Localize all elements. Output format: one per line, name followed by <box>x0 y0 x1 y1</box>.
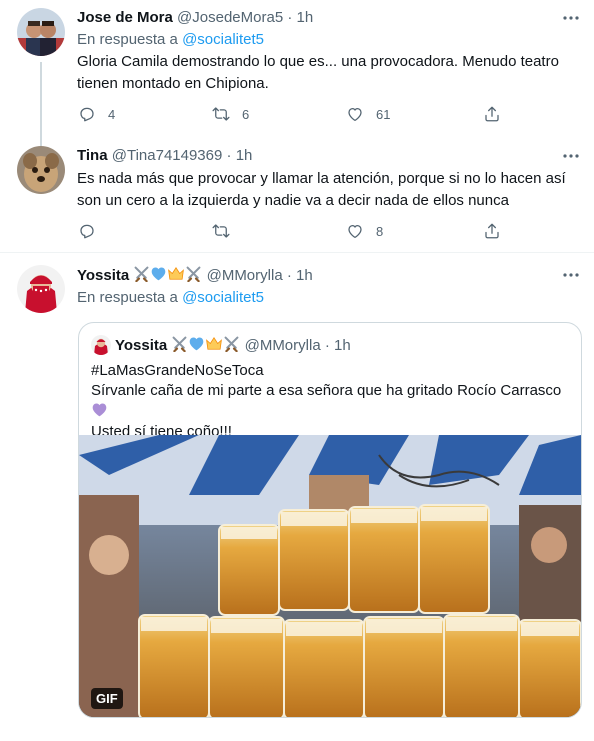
crossed-swords-icon <box>134 266 149 282</box>
quoted-text: #LaMasGrandeNoSeToca Sírvanle caña de mi… <box>91 361 571 442</box>
retweet-icon <box>212 107 230 121</box>
avatar[interactable] <box>17 8 65 56</box>
timestamp[interactable]: 1h <box>236 147 253 164</box>
like-button[interactable]: 61 <box>346 104 390 124</box>
crossed-swords-icon <box>172 336 187 352</box>
reply-context: En respuesta a @socialitet5 <box>77 30 264 50</box>
more-options-icon[interactable] <box>562 266 580 284</box>
timestamp[interactable]: 1h <box>296 267 313 284</box>
quoted-handle: @MMorylla <box>244 337 321 354</box>
more-options-icon[interactable] <box>562 147 580 165</box>
reply-button[interactable]: 4 <box>78 104 115 124</box>
share-button[interactable] <box>483 104 501 124</box>
tweet-header: Tina @Tina74149369 · 1h <box>77 146 252 166</box>
tweet-text: Es nada más que provocar y llamar la ate… <box>77 170 566 209</box>
reply-context: En respuesta a @socialitet5 <box>77 288 264 308</box>
blue-heart-icon <box>190 337 204 351</box>
tweet-actions: 8 <box>77 221 507 241</box>
quoted-text-line: Sírvanle caña de mi parte a esa señora q… <box>91 382 562 399</box>
avatar[interactable] <box>17 265 65 313</box>
reply-button[interactable] <box>78 221 108 241</box>
reply-prefix: En respuesta a <box>77 31 178 48</box>
purple-heart-icon <box>92 403 107 417</box>
blue-heart-icon <box>152 267 166 281</box>
quoted-avatar <box>91 335 111 355</box>
user-handle[interactable]: @MMorylla <box>207 267 283 284</box>
like-button[interactable]: 8 <box>346 221 383 241</box>
crossed-swords-icon <box>224 336 239 352</box>
timestamp[interactable]: 1h <box>297 9 314 26</box>
tweet-text: Gloria Camila demostrando lo que es... u… <box>77 53 559 92</box>
quoted-header: Yossita @MMorylla · 1h <box>115 335 351 356</box>
separator-dot: · <box>226 147 232 164</box>
like-count: 61 <box>376 106 391 122</box>
reply-icon <box>80 224 94 239</box>
hashtag-link[interactable]: #LaMasGrandeNoSeToca <box>91 361 571 381</box>
tweet[interactable]: Tina @Tina74149369 · 1h Es nada más que … <box>0 146 594 252</box>
retweet-button[interactable]: 6 <box>212 104 249 124</box>
quoted-timestamp: 1h <box>334 337 351 354</box>
crown-icon <box>206 337 223 350</box>
share-button[interactable] <box>483 221 501 241</box>
mention-link[interactable]: @socialitet5 <box>182 31 264 48</box>
display-name[interactable]: Tina <box>77 147 108 164</box>
gif-badge: GIF <box>91 688 123 709</box>
crossed-swords-icon <box>186 266 201 282</box>
mention-link[interactable]: @socialitet5 <box>182 289 264 306</box>
beer-mugs-image <box>79 435 581 717</box>
share-icon <box>485 106 499 122</box>
more-options-icon[interactable] <box>562 9 580 27</box>
avatar[interactable] <box>17 146 65 194</box>
display-name[interactable]: Yossita <box>77 267 129 284</box>
separator-dot: · <box>324 337 330 354</box>
reply-icon <box>80 107 94 122</box>
separator-dot: · <box>287 9 293 26</box>
separator-dot: · <box>286 267 292 284</box>
tweet[interactable]: Jose de Mora @JosedeMora5 · 1h En respue… <box>0 0 594 146</box>
retweet-count: 6 <box>242 106 250 122</box>
like-count: 8 <box>376 223 384 239</box>
reply-prefix: En respuesta a <box>77 289 178 306</box>
tweet-header: Jose de Mora @JosedeMora5 · 1h <box>77 8 313 28</box>
display-name[interactable]: Jose de Mora <box>77 9 173 26</box>
tweet-header: Yossita @MMorylla · 1h <box>77 265 313 286</box>
heart-icon <box>348 224 362 239</box>
tweet-actions: 4 6 61 <box>77 104 507 124</box>
user-handle[interactable]: @JosedeMora5 <box>177 9 283 26</box>
heart-icon <box>348 107 362 122</box>
user-handle[interactable]: @Tina74149369 <box>112 147 223 164</box>
gif-media[interactable]: GIF <box>79 435 581 717</box>
retweet-button[interactable] <box>212 221 242 241</box>
share-icon <box>485 223 499 239</box>
quoted-tweet-card[interactable]: Yossita @MMorylla · 1h #LaMasGrandeNoSeT… <box>78 322 582 718</box>
retweet-icon <box>212 224 230 238</box>
quoted-display-name: Yossita <box>115 337 168 354</box>
crown-icon <box>168 267 185 280</box>
reply-count: 4 <box>108 106 116 122</box>
